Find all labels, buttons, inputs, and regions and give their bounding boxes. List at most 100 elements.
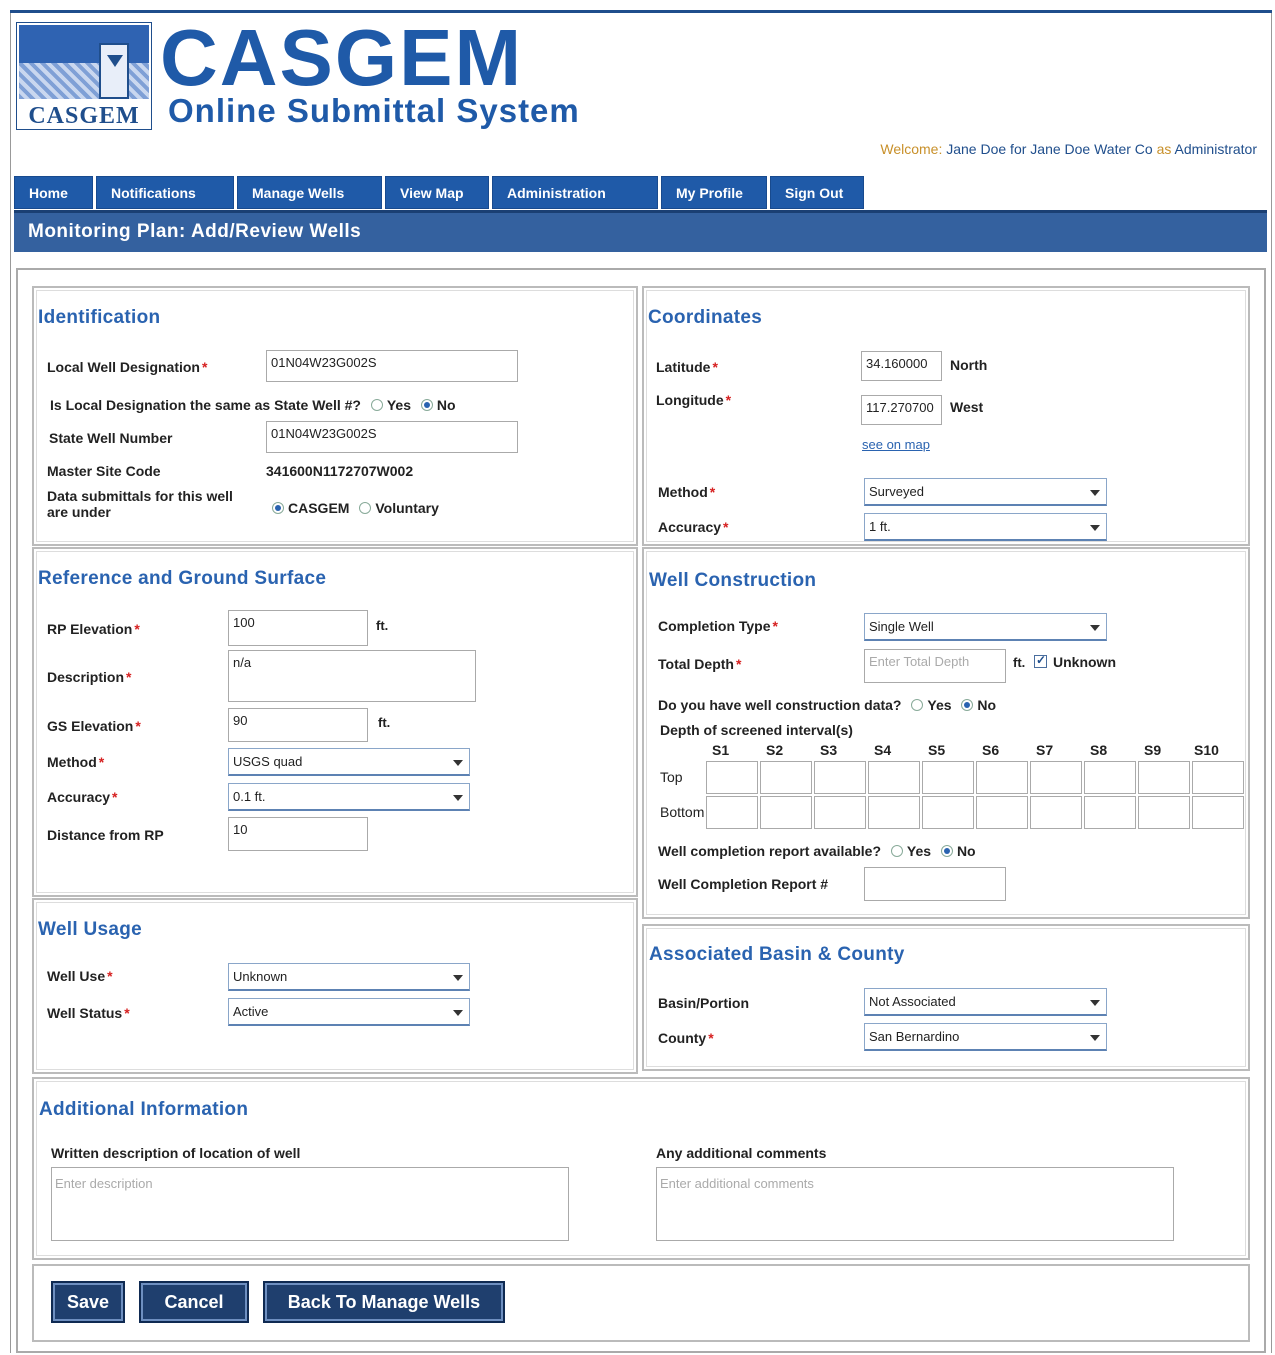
- nav-my-profile[interactable]: My Profile: [661, 176, 767, 209]
- interval-top-s10-input[interactable]: [1192, 761, 1244, 794]
- county-label: County *: [658, 1030, 714, 1046]
- nav-view-map[interactable]: View Map: [385, 176, 489, 209]
- interval-bottom-s1-input[interactable]: [706, 796, 758, 829]
- welcome-user: Jane Doe for Jane Doe Water Co: [946, 141, 1153, 157]
- app-subtitle: Online Submittal System: [168, 92, 580, 129]
- well-construction-panel: Well Construction Completion Type * Singl…: [642, 547, 1250, 919]
- basin-county-panel: Associated Basin & County Basin/Portion …: [642, 924, 1250, 1071]
- interval-bottom-s2-input[interactable]: [760, 796, 812, 829]
- coord-method-label: Method *: [658, 484, 716, 500]
- ref-accuracy-select[interactable]: 0.1 ft.: [228, 783, 470, 811]
- same-yes-radio[interactable]: [370, 399, 383, 411]
- interval-top-s2-input[interactable]: [760, 761, 812, 794]
- coordinates-title: Coordinates: [648, 307, 763, 328]
- report-yes-radio[interactable]: [890, 845, 903, 857]
- interval-bottom-s8-input[interactable]: [1084, 796, 1136, 829]
- cancel-button[interactable]: Cancel: [139, 1281, 249, 1323]
- back-to-manage-wells-button[interactable]: Back To Manage Wells: [263, 1281, 505, 1323]
- identification-panel: Identification Local Well Designation * 0…: [32, 286, 638, 546]
- interval-bottom-s5-input[interactable]: [922, 796, 974, 829]
- nav-notifications[interactable]: Notifications: [96, 176, 234, 209]
- interval-bottom-s6-input[interactable]: [976, 796, 1028, 829]
- interval-top-s9-input[interactable]: [1138, 761, 1190, 794]
- identification-title: Identification: [38, 307, 161, 328]
- interval-bottom-s3-input[interactable]: [814, 796, 866, 829]
- page-title-bar: Monitoring Plan: Add/Review Wells: [14, 210, 1267, 252]
- description-input[interactable]: n/a: [228, 650, 476, 702]
- location-description-input[interactable]: Enter description: [51, 1167, 569, 1241]
- local-designation-input[interactable]: 01N04W23G002S: [266, 350, 518, 382]
- completion-type-select[interactable]: Single Well: [864, 613, 1107, 641]
- interval-top-s7-input[interactable]: [1030, 761, 1082, 794]
- interval-bottom-s7-input[interactable]: [1030, 796, 1082, 829]
- state-well-input[interactable]: 01N04W23G002S: [266, 421, 518, 453]
- latitude-direction: North: [950, 357, 988, 373]
- nav-sign-out[interactable]: Sign Out: [770, 176, 864, 209]
- report-question: Well completion report available? Yes No: [658, 843, 976, 859]
- master-site-value: 341600N1172707W002: [266, 463, 414, 479]
- nav-administration[interactable]: Administration: [492, 176, 658, 209]
- nav-home[interactable]: Home: [14, 176, 93, 209]
- interval-bottom-s9-input[interactable]: [1138, 796, 1190, 829]
- rp-elevation-input[interactable]: 100: [228, 610, 368, 646]
- same-designation-question: Is Local Designation the same as State W…: [50, 397, 456, 413]
- latitude-label: Latitude *: [656, 359, 718, 375]
- coord-accuracy-select[interactable]: 1 ft.: [864, 513, 1107, 541]
- interval-bottom-s4-input[interactable]: [868, 796, 920, 829]
- description-label: Description *: [47, 669, 132, 685]
- longitude-direction: West: [950, 399, 984, 415]
- interval-column-header: S4: [874, 742, 892, 758]
- interval-column-header: S6: [982, 742, 1000, 758]
- unknown-checkbox[interactable]: [1034, 653, 1047, 668]
- completion-type-label: Completion Type *: [658, 618, 778, 634]
- interval-top-s8-input[interactable]: [1084, 761, 1136, 794]
- save-button[interactable]: Save: [51, 1281, 125, 1323]
- main-nav: Home Notifications Manage Wells View Map…: [14, 176, 867, 209]
- interval-column-header: S3: [820, 742, 838, 758]
- longitude-input[interactable]: 117.270700: [861, 395, 942, 425]
- well-status-label: Well Status *: [47, 1005, 130, 1021]
- county-select[interactable]: San Bernardino: [864, 1023, 1107, 1051]
- interval-top-s5-input[interactable]: [922, 761, 974, 794]
- coord-accuracy-label: Accuracy *: [658, 519, 729, 535]
- basin-select[interactable]: Not Associated: [864, 988, 1107, 1016]
- report-no-radio[interactable]: [940, 845, 953, 857]
- latitude-input[interactable]: 34.160000: [861, 351, 942, 381]
- welcome-role: Administrator: [1174, 141, 1257, 157]
- comments-input[interactable]: Enter additional comments: [656, 1167, 1174, 1241]
- well-use-select[interactable]: Unknown: [228, 963, 470, 991]
- well-status-select[interactable]: Active: [228, 998, 470, 1026]
- well-icon: [99, 43, 129, 99]
- interval-top-s6-input[interactable]: [976, 761, 1028, 794]
- down-arrow-icon: [107, 55, 123, 67]
- casgem-radio[interactable]: [272, 502, 284, 514]
- see-on-map-link[interactable]: see on map: [862, 437, 930, 452]
- construction-no-radio[interactable]: [961, 699, 974, 711]
- ref-accuracy-label: Accuracy *: [47, 789, 118, 805]
- page: { "header": { "logo_text": "CASGEM", "ti…: [0, 0, 1275, 1355]
- interval-top-s3-input[interactable]: [814, 761, 866, 794]
- coord-method-select[interactable]: Surveyed: [864, 478, 1107, 506]
- ref-method-select[interactable]: USGS quad: [228, 748, 470, 776]
- interval-top-s1-input[interactable]: [706, 761, 758, 794]
- report-number-input[interactable]: [864, 867, 1006, 901]
- app-title: CASGEM: [160, 13, 524, 102]
- nav-manage-wells[interactable]: Manage Wells: [237, 176, 382, 209]
- construction-yes-radio[interactable]: [911, 699, 924, 711]
- total-depth-label: Total Depth *: [658, 656, 742, 672]
- depth-unit: ft.: [1013, 655, 1026, 670]
- reference-title: Reference and Ground Surface: [38, 568, 327, 589]
- chevron-down-icon: [453, 1010, 463, 1016]
- logo-text: CASGEM: [28, 103, 140, 129]
- interval-bottom-s10-input[interactable]: [1192, 796, 1244, 829]
- ref-method-label: Method *: [47, 754, 105, 770]
- well-usage-panel: Well Usage Well Use * Unknown Well Status…: [32, 898, 638, 1074]
- same-no-radio[interactable]: [420, 399, 433, 411]
- voluntary-radio[interactable]: [359, 502, 372, 514]
- basin-county-title: Associated Basin & County: [649, 944, 905, 965]
- longitude-label: Longitude *: [656, 392, 732, 408]
- gs-elevation-input[interactable]: 90: [228, 708, 368, 742]
- distance-rp-input[interactable]: 10: [228, 817, 368, 851]
- interval-top-s4-input[interactable]: [868, 761, 920, 794]
- total-depth-input[interactable]: Enter Total Depth: [864, 649, 1006, 683]
